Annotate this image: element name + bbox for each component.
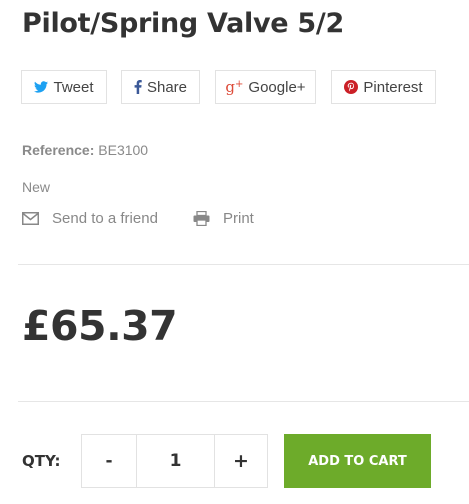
tweet-button[interactable]: Tweet [21, 70, 107, 104]
product-condition: New [22, 179, 51, 195]
google-plus-icon: g+ [225, 77, 244, 96]
send-to-friend-link[interactable]: Send to a friend [22, 210, 158, 227]
qty-label: QTY: [22, 452, 61, 470]
google-plus-button[interactable]: g+ Google+ [215, 70, 316, 104]
increase-quantity-button[interactable]: + [215, 435, 267, 487]
share-label: Share [146, 78, 188, 96]
printer-icon [193, 211, 210, 226]
divider [18, 401, 469, 402]
quantity-stepper: - 1 + [81, 434, 268, 488]
decrease-quantity-button[interactable]: - [82, 435, 137, 487]
product-title: Pilot/Spring Valve 5/2 [22, 8, 344, 39]
facebook-icon [134, 80, 142, 94]
facebook-share-button[interactable]: Share [121, 70, 200, 104]
pinterest-icon [344, 80, 359, 94]
divider [18, 264, 469, 265]
quantity-input[interactable]: 1 [137, 435, 215, 487]
print-link[interactable]: Print [193, 210, 254, 227]
google-plus-label: Google+ [248, 78, 306, 96]
reference-value: BE3100 [98, 142, 149, 158]
pinterest-label: Pinterest [363, 78, 423, 96]
reference-label: Reference: [22, 142, 95, 158]
tweet-label: Tweet [53, 78, 94, 96]
product-price: £65.37 [22, 302, 178, 350]
send-to-friend-label: Send to a friend [52, 210, 158, 227]
print-label: Print [223, 210, 254, 227]
pinterest-button[interactable]: Pinterest [331, 70, 436, 104]
product-reference: Reference: BE3100 [22, 142, 148, 158]
twitter-icon [34, 81, 49, 93]
envelope-icon [22, 212, 39, 225]
add-to-cart-button[interactable]: ADD TO CART [284, 434, 431, 488]
